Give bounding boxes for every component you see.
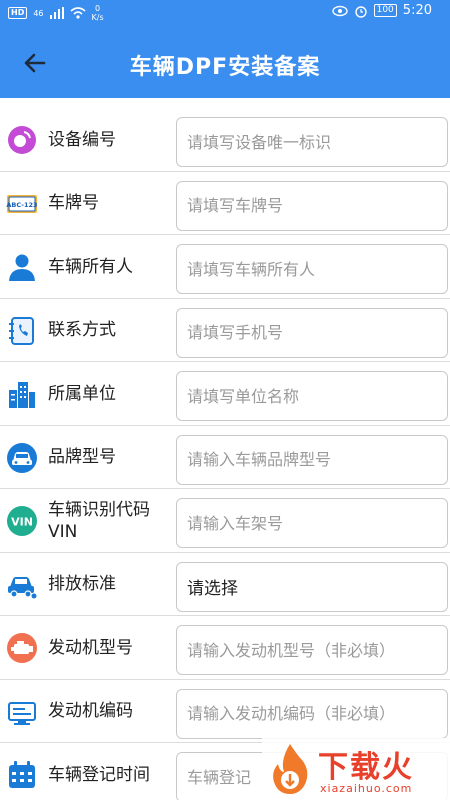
- calendar-icon: [9, 761, 35, 788]
- form-row-device-id: 设备编号: [0, 108, 450, 172]
- alarm-icon: [354, 5, 367, 18]
- vin-icon: VIN: [7, 506, 37, 536]
- engine-code-label: 发动机编码: [48, 701, 133, 721]
- license-plate-icon: ABC-123: [6, 194, 38, 213]
- vin-icon-text: VIN: [11, 516, 33, 529]
- company-input[interactable]: [176, 371, 448, 421]
- status-left: HD 46 0 K/s: [8, 4, 104, 22]
- plate-label: 车牌号: [48, 193, 99, 213]
- vin-label: 车辆识别代码VIN: [48, 499, 150, 542]
- form-row-contact: 联系方式: [0, 299, 450, 362]
- form-row-brand-model: 品牌型号: [0, 426, 450, 489]
- vin-input[interactable]: [176, 498, 448, 548]
- status-right: 100 5:20: [331, 3, 432, 18]
- form-row-engine-model: 发动机型号: [0, 616, 450, 680]
- engine-model-input[interactable]: [176, 625, 448, 675]
- contact-book-icon: [9, 316, 34, 345]
- eye-icon: [331, 5, 348, 16]
- building-icon: [9, 382, 35, 408]
- register-date-label: 车辆登记时间: [48, 764, 150, 785]
- company-label: 所属单位: [48, 383, 116, 404]
- watermark-brand: 下载火: [318, 750, 414, 785]
- engine-code-icon: [8, 701, 36, 725]
- form-row-engine-code: 发动机编码: [0, 680, 450, 743]
- person-icon: [9, 254, 35, 281]
- dpf-form: 设备编号 ABC-123 车牌号 车辆所有人 联系方式: [0, 108, 450, 800]
- speed-value: 0: [95, 4, 101, 13]
- wifi-icon: [70, 7, 86, 19]
- device-icon: [8, 126, 36, 154]
- engine-icon: [7, 633, 37, 663]
- title-bar: 车辆DPF安装备案: [0, 26, 450, 98]
- signal-bars-icon: [49, 7, 64, 19]
- watermark: 下载火 xiazaihuo.com: [262, 738, 450, 800]
- flame-logo-icon: [273, 744, 308, 794]
- owner-label: 车辆所有人: [48, 256, 133, 277]
- engine-code-input[interactable]: [176, 688, 448, 739]
- plate-text: ABC-123: [6, 201, 37, 209]
- plate-input[interactable]: [176, 180, 448, 231]
- contact-input[interactable]: [176, 307, 448, 358]
- form-row-company: 所属单位: [0, 362, 450, 426]
- form-row-emission: 排放标准 请选择: [0, 553, 450, 616]
- car-emission-icon: [8, 576, 37, 598]
- form-row-vin: VIN 车辆识别代码VIN: [0, 489, 450, 553]
- brand-model-input[interactable]: [176, 434, 448, 485]
- form-row-plate: ABC-123 车牌号: [0, 172, 450, 235]
- watermark-url: xiazaihuo.com: [320, 782, 413, 795]
- emission-select[interactable]: 请选择: [176, 561, 448, 612]
- network-speed: 0 K/s: [92, 4, 104, 22]
- owner-input[interactable]: [176, 244, 448, 294]
- brand-model-label: 品牌型号: [48, 447, 116, 467]
- speed-unit: K/s: [91, 13, 104, 22]
- form-row-owner: 车辆所有人: [0, 235, 450, 299]
- engine-model-label: 发动机型号: [48, 637, 133, 658]
- emission-label: 排放标准: [48, 574, 116, 594]
- clock: 5:20: [402, 3, 432, 18]
- battery-indicator: 100: [373, 4, 397, 17]
- hd-indicator: HD: [8, 7, 28, 19]
- contact-label: 联系方式: [48, 320, 116, 340]
- signal-indicator: 46: [33, 8, 44, 18]
- device-id-input[interactable]: [176, 117, 448, 167]
- status-bar: HD 46 0 K/s 100 5:20: [0, 0, 450, 26]
- car-icon: [7, 442, 37, 473]
- device-id-label: 设备编号: [48, 129, 116, 150]
- page-title: 车辆DPF安装备案: [129, 55, 321, 80]
